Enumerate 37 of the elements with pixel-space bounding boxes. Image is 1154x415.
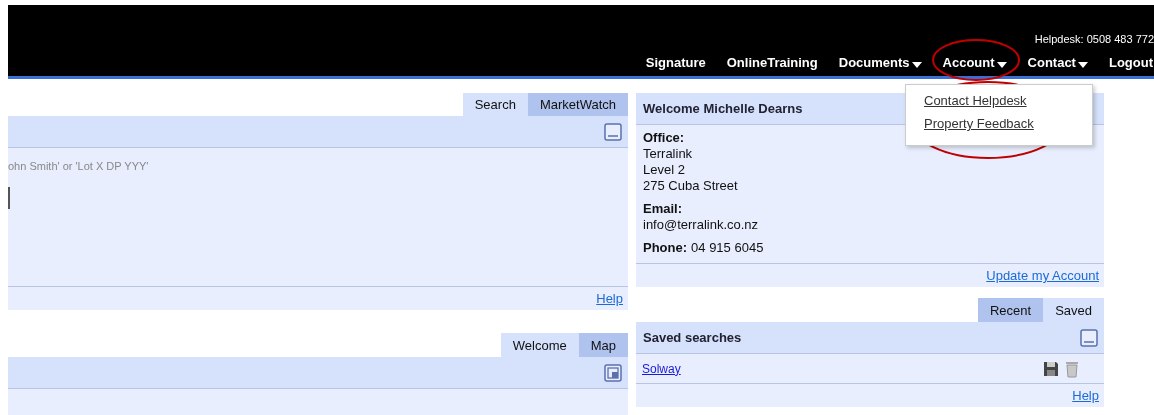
help-link[interactable]: Help <box>596 291 623 306</box>
update-account-link[interactable]: Update my Account <box>986 268 1099 283</box>
saved-search-link[interactable]: Solway <box>642 361 681 376</box>
caret-icon <box>911 61 922 68</box>
search-field[interactable] <box>8 187 12 209</box>
minimize-icon[interactable] <box>1080 328 1098 347</box>
phone-text: 04 915 6045 <box>691 240 764 256</box>
nav-link[interactable]: Signature <box>645 55 706 70</box>
caret-icon <box>996 61 1007 68</box>
nav-link[interactable]: Documents <box>838 55 922 70</box>
nav-link[interactable]: Logout <box>1108 55 1153 70</box>
restore-icon[interactable] <box>604 363 622 382</box>
tab[interactable]: Welcome <box>500 333 579 357</box>
helpdesk-phone: Helpdesk: 0508 483 772 <box>1034 33 1154 45</box>
tab[interactable]: Search <box>462 93 528 116</box>
tab[interactable]: Recent <box>977 298 1044 322</box>
address-line: Terralink <box>643 146 694 162</box>
tab[interactable]: MarketWatch <box>527 93 628 116</box>
address-line: 275 Cuba Street <box>643 178 739 194</box>
help-link[interactable]: Help <box>1072 388 1099 403</box>
nav-link[interactable]: Contact <box>1027 55 1088 70</box>
field-label: Phone: <box>643 240 688 256</box>
nav-link[interactable]: OnlineTraining <box>726 55 818 70</box>
tab[interactable]: Saved <box>1043 298 1104 322</box>
menu-link[interactable]: Contact Helpdesk <box>924 93 1027 108</box>
panel-title: Saved searches <box>643 330 742 345</box>
email-text: info@terralink.co.nz <box>643 217 760 233</box>
caret-icon <box>1077 61 1088 68</box>
panel-title: Welcome Michelle Dearns <box>643 101 803 116</box>
trash-icon[interactable] <box>1065 359 1079 378</box>
field-label: Email: <box>643 201 683 217</box>
field-label: Office: <box>643 130 686 146</box>
minimize-icon[interactable] <box>604 122 622 141</box>
tab[interactable]: Map <box>578 333 628 357</box>
address-line: Level 2 <box>643 162 686 178</box>
search-hint: ohn Smith' or 'Lot X DP YYY' <box>8 160 150 172</box>
menu-link[interactable]: Property Feedback <box>924 116 1034 131</box>
